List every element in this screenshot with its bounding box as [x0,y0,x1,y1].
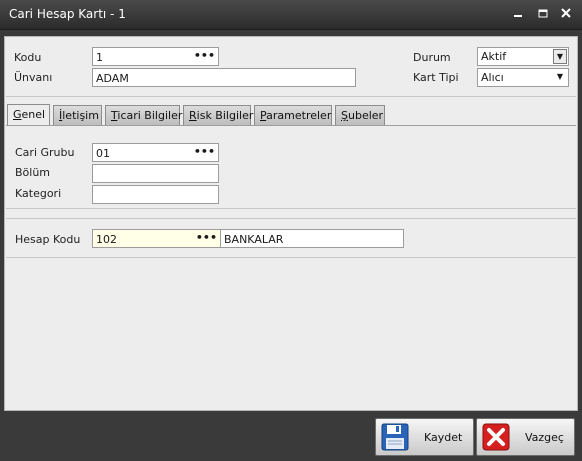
close-icon [482,423,510,451]
hesap-adi-value: BANKALAR [224,233,284,246]
kodu-value: 1 [96,51,103,64]
minimize-button[interactable] [509,7,527,23]
kart-tipi-label: Kart Tipi [413,71,459,84]
tab-risk-bilgileri[interactable]: Risk Bilgileri [183,105,256,125]
minimize-icon [514,15,522,17]
unvani-label: Ünvanı [14,71,53,84]
tab-ticari-bilgiler[interactable]: Ticari Bilgiler [105,105,182,125]
cari-grubu-lookup-button[interactable]: ••• [194,145,215,158]
window: Cari Hesap Kartı - 1 Kodu 1 ••• Ünvanı A… [0,0,582,461]
kodu-label: Kodu [14,51,42,64]
close-button[interactable] [557,7,575,23]
cari-grubu-field[interactable]: 01 ••• [92,143,219,162]
kodu-lookup-button[interactable]: ••• [194,49,215,62]
chevron-down-icon[interactable]: ▼ [553,70,567,85]
tab-bar: Genel İletişim Ticari Bilgiler Risk Bilg… [7,104,577,126]
header-panel: Kodu 1 ••• Ünvanı ADAM Durum Aktif ▼ Kar… [6,38,576,97]
chevron-down-icon[interactable]: ▼ [553,49,567,64]
save-button[interactable]: Kaydet [375,418,474,456]
hesap-kodu-label: Hesap Kodu [15,233,81,246]
maximize-icon [538,9,548,18]
tab-parametreler[interactable]: Parametreler [254,105,332,125]
hesap-kodu-field[interactable]: 102 ••• [92,229,221,248]
maximize-button[interactable] [534,7,552,23]
cancel-button-label: Vazgeç [525,431,564,444]
kodu-field[interactable]: 1 ••• [92,47,219,66]
title-bar[interactable]: Cari Hesap Kartı - 1 [0,0,582,30]
hesap-kodu-lookup-button[interactable]: ••• [196,231,217,244]
tab-genel[interactable]: Genel [7,104,50,126]
tab-iletisim[interactable]: İletişim [53,105,102,125]
durum-value: Aktif [481,50,507,63]
hesap-panel: Hesap Kodu 102 ••• BANKALAR [6,218,576,258]
close-icon [561,8,571,18]
hesap-adi-field: BANKALAR [220,229,404,248]
form-body: Kodu 1 ••• Ünvanı ADAM Durum Aktif ▼ Kar… [4,36,578,411]
kategori-label: Kategori [15,187,62,200]
footer: Kaydet Vazgeç [0,412,582,461]
unvani-value: ADAM [96,72,129,85]
unvani-field[interactable]: ADAM [92,68,356,87]
cari-grubu-value: 01 [96,147,110,160]
cancel-button[interactable]: Vazgeç [476,418,575,456]
durum-label: Durum [413,51,451,64]
bolum-label: Bölüm [15,166,51,179]
kart-tipi-select[interactable]: Alıcı ▼ [477,68,569,87]
save-button-label: Kaydet [424,431,463,444]
window-title: Cari Hesap Kartı - 1 [9,7,126,21]
genel-tab-panel: Cari Grubu 01 ••• Bölüm Kategori [6,125,576,209]
bolum-field[interactable] [92,164,219,183]
durum-select[interactable]: Aktif ▼ [477,47,569,66]
kategori-field[interactable] [92,185,219,204]
floppy-disk-icon [381,423,409,451]
kart-tipi-value: Alıcı [481,71,504,84]
hesap-kodu-value: 102 [96,233,117,246]
tab-subeler[interactable]: Şubeler [335,105,385,125]
cari-grubu-label: Cari Grubu [15,146,75,159]
